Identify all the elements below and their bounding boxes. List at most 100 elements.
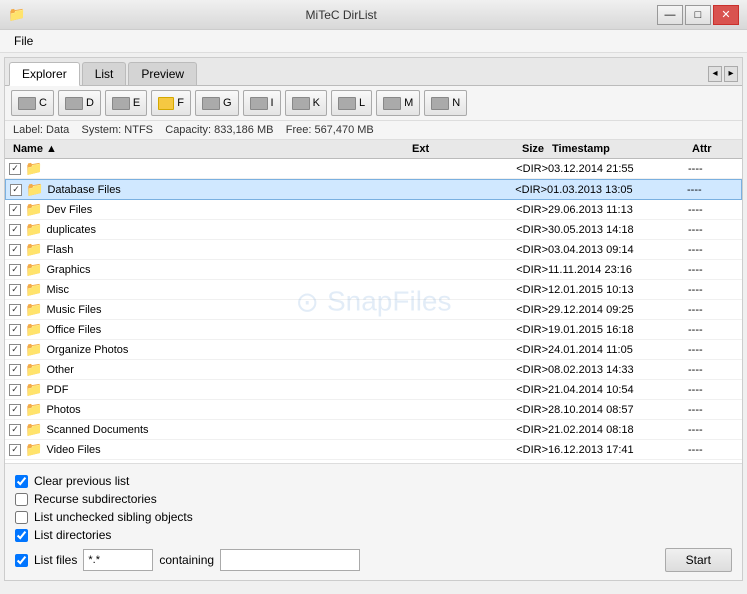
table-row[interactable]: 📁 duplicates <DIR> 30.05.2013 14:18 ---- <box>5 220 742 240</box>
list-files-checkbox[interactable] <box>15 554 28 567</box>
folder-icon: 📁 <box>25 401 42 418</box>
row-attr: ---- <box>688 304 738 316</box>
row-checkbox[interactable] <box>9 384 21 396</box>
containing-label: containing <box>159 553 214 567</box>
table-row[interactable]: 📁 Video Files <DIR> 16.12.2013 17:41 ---… <box>5 440 742 460</box>
row-size: <DIR> <box>468 444 548 456</box>
row-name: Music Files <box>46 304 101 316</box>
row-attr: ---- <box>688 244 738 256</box>
close-button[interactable]: ✕ <box>713 5 739 25</box>
drive-f-button[interactable]: F <box>151 90 191 116</box>
folder-icon: 📁 <box>25 341 42 358</box>
table-row[interactable]: 📁 Music Files <DIR> 29.12.2014 09:25 ---… <box>5 300 742 320</box>
col-ext[interactable]: Ext <box>408 142 468 156</box>
col-size[interactable]: Size <box>468 142 548 156</box>
file-list-container: ⊙ SnapFiles Name ▲ Ext Size Timestamp At… <box>5 140 742 463</box>
row-checkbox[interactable] <box>9 224 21 236</box>
col-attr[interactable]: Attr <box>688 142 738 156</box>
row-checkbox[interactable] <box>9 163 21 175</box>
menu-file[interactable]: File <box>8 32 39 50</box>
row-checkbox[interactable] <box>9 304 21 316</box>
drive-e-button[interactable]: E <box>105 90 147 116</box>
row-name: Video Files <box>46 444 100 456</box>
drive-k-button[interactable]: K <box>285 90 327 116</box>
row-checkbox[interactable] <box>9 244 21 256</box>
row-timestamp: 21.02.2014 08:18 <box>548 424 688 436</box>
table-row[interactable]: 📁 Organize Photos <DIR> 24.01.2014 11:05… <box>5 340 742 360</box>
row-name: Database Files <box>47 184 120 196</box>
drive-l-button[interactable]: L <box>331 90 372 116</box>
col-timestamp[interactable]: Timestamp <box>548 142 688 156</box>
row-name: Misc <box>46 284 69 296</box>
folder-icon: 📁 <box>25 281 42 298</box>
table-row[interactable]: 📁 Scanned Documents <DIR> 21.02.2014 08:… <box>5 420 742 440</box>
clear-previous-checkbox[interactable] <box>15 475 28 488</box>
row-checkbox[interactable] <box>9 404 21 416</box>
row-attr: ---- <box>688 384 738 396</box>
row-checkbox[interactable] <box>9 284 21 296</box>
drive-g-button[interactable]: G <box>195 90 239 116</box>
row-attr: ---- <box>688 344 738 356</box>
drive-d-button[interactable]: D <box>58 90 101 116</box>
drive-n-button[interactable]: N <box>424 90 467 116</box>
row-name: PDF <box>46 384 68 396</box>
list-directories-checkbox[interactable] <box>15 529 28 542</box>
tab-list[interactable]: List <box>82 62 127 85</box>
table-row[interactable]: 📁 Dev Files <DIR> 29.06.2013 11:13 ---- <box>5 200 742 220</box>
folder-icon-f <box>158 97 174 110</box>
clear-previous-label: Clear previous list <box>34 474 129 488</box>
table-row[interactable]: 📁 PDF <DIR> 21.04.2014 10:54 ---- <box>5 380 742 400</box>
table-row[interactable]: 📁 Other <DIR> 08.02.2013 14:33 ---- <box>5 360 742 380</box>
table-row[interactable]: 📁 Photos <DIR> 28.10.2014 08:57 ---- <box>5 400 742 420</box>
recurse-checkbox[interactable] <box>15 493 28 506</box>
disk-icon-d <box>65 97 83 110</box>
row-name: Other <box>46 364 74 376</box>
disk-icon-m <box>383 97 401 110</box>
row-checkbox[interactable] <box>9 364 21 376</box>
row-checkbox[interactable] <box>9 424 21 436</box>
row-attr: ---- <box>688 224 738 236</box>
drive-i-button[interactable]: I <box>243 90 281 116</box>
label-info: Label: Data <box>13 124 69 136</box>
list-unchecked-checkbox[interactable] <box>15 511 28 524</box>
row-size: <DIR> <box>468 264 548 276</box>
table-row[interactable]: 📁 Office Files <DIR> 19.01.2015 16:18 --… <box>5 320 742 340</box>
row-checkbox[interactable] <box>9 204 21 216</box>
tab-preview[interactable]: Preview <box>128 62 197 85</box>
tab-nav-left[interactable]: ◂ <box>708 66 722 82</box>
list-directories-label: List directories <box>34 528 111 542</box>
row-checkbox[interactable] <box>9 264 21 276</box>
maximize-button[interactable]: □ <box>685 5 711 25</box>
toolbar: C D E F G I K L <box>5 86 742 121</box>
table-row[interactable]: 📁 Flash <DIR> 03.04.2013 09:14 ---- <box>5 240 742 260</box>
row-timestamp: 30.05.2013 14:18 <box>548 224 688 236</box>
tab-explorer[interactable]: Explorer <box>9 62 80 86</box>
row-size: <DIR> <box>467 184 547 196</box>
row-checkbox[interactable] <box>9 324 21 336</box>
table-row[interactable]: 📁 Database Files <DIR> 01.03.2013 13:05 … <box>5 179 742 200</box>
table-row[interactable]: 📁 Misc <DIR> 12.01.2015 10:13 ---- <box>5 280 742 300</box>
row-size: <DIR> <box>468 204 548 216</box>
row-name: Photos <box>46 404 80 416</box>
row-checkbox[interactable] <box>10 184 22 196</box>
row-name: Organize Photos <box>46 344 128 356</box>
menu-bar: File <box>0 30 747 53</box>
list-files-pattern-input[interactable] <box>83 549 153 571</box>
tab-nav-right[interactable]: ▸ <box>724 66 738 82</box>
drive-c-button[interactable]: C <box>11 90 54 116</box>
containing-input[interactable] <box>220 549 360 571</box>
folder-icon: 📁 <box>25 301 42 318</box>
row-name: Dev Files <box>46 204 92 216</box>
folder-icon: 📁 <box>25 261 42 278</box>
table-row[interactable]: 📁 <DIR> 03.12.2014 21:55 ---- <box>5 159 742 179</box>
row-name: Office Files <box>46 324 101 336</box>
minimize-button[interactable]: — <box>657 5 683 25</box>
start-button[interactable]: Start <box>665 548 732 572</box>
col-name[interactable]: Name ▲ <box>9 142 408 156</box>
drive-m-button[interactable]: M <box>376 90 420 116</box>
table-row[interactable]: 📁 Graphics <DIR> 11.11.2014 23:16 ---- <box>5 260 742 280</box>
row-timestamp: 28.10.2014 08:57 <box>548 404 688 416</box>
disk-icon-c <box>18 97 36 110</box>
row-checkbox[interactable] <box>9 444 21 456</box>
row-checkbox[interactable] <box>9 344 21 356</box>
